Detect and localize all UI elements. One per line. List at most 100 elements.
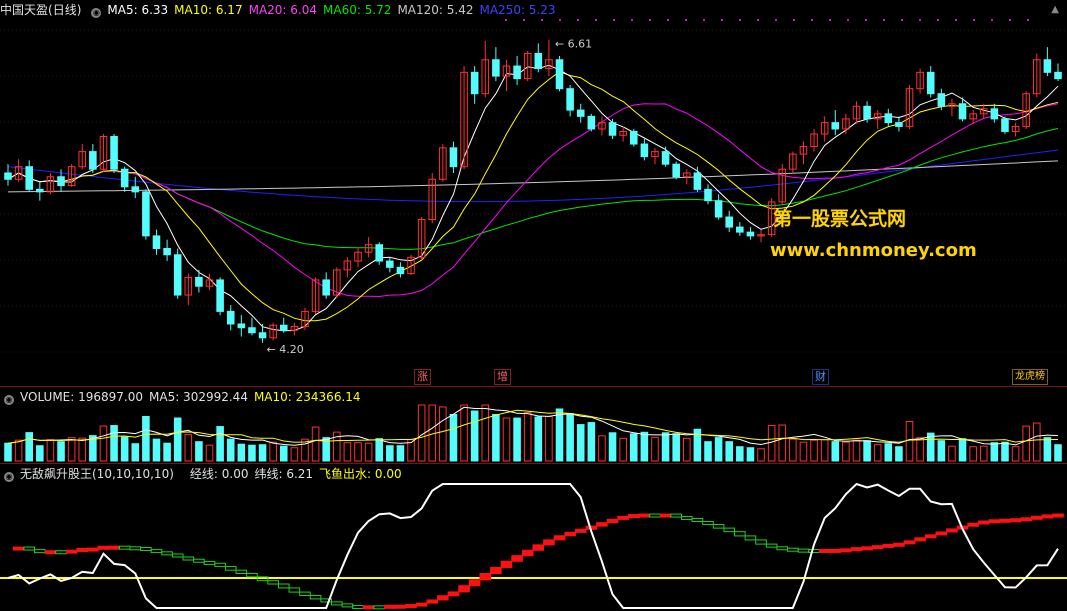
info-dot <box>865 19 867 21</box>
indicator-step <box>44 550 57 555</box>
ma250-line <box>7 149 1059 203</box>
indicator-step <box>818 549 831 554</box>
candle-body <box>375 244 384 262</box>
info-dot <box>973 19 975 21</box>
volume-bar <box>4 442 12 462</box>
stock-name: 中国天盈 <box>0 3 49 17</box>
volume-panel[interactable]: ◉ VOLUME: 196897.00 MA5: 302992.44 MA10: 23… <box>0 386 1067 463</box>
candlestick-chart[interactable]: ← 6.61 ← 4.20 <box>0 0 1067 385</box>
info-dot <box>955 19 957 21</box>
indicator-step <box>903 540 916 545</box>
indicator-step <box>999 518 1011 523</box>
indicator-step <box>649 513 661 518</box>
volume-bar <box>948 445 956 462</box>
volume-bar <box>67 437 76 462</box>
indicator-settings-icon[interactable]: ◉ <box>4 472 14 482</box>
indicator-step <box>65 549 78 554</box>
indicator-step <box>627 514 640 519</box>
candle-body <box>492 59 500 77</box>
indicator-chart[interactable] <box>0 464 1067 611</box>
indicator-step <box>521 549 534 557</box>
indicator-step <box>352 605 364 610</box>
volume-bar <box>640 431 649 462</box>
indicator-step <box>543 539 555 546</box>
volume-header: ◉ VOLUME: 196897.00 MA5: 302992.44 MA10: 23… <box>0 389 367 405</box>
volume-bar <box>248 444 256 462</box>
info-dot <box>829 19 831 21</box>
info-dot <box>613 19 615 21</box>
candle-body <box>746 231 755 237</box>
indicator-step <box>405 604 417 609</box>
indicator-step <box>299 591 311 596</box>
volume-bar <box>343 442 352 462</box>
volume-bar <box>173 417 182 462</box>
indicator-step <box>203 560 216 565</box>
price-panel[interactable]: ← 6.61 ← 4.20 中国天盈(日线) ◉ MA5: 6.33 MA10: 6.1… <box>0 0 1067 385</box>
event-marker-zhang[interactable]: 涨 <box>414 369 431 385</box>
info-dot <box>901 19 903 21</box>
info-dot <box>991 19 993 21</box>
volume-bar <box>216 426 224 462</box>
volume-bar <box>386 445 394 462</box>
indicator-step <box>97 545 110 550</box>
volume-bar <box>481 404 490 462</box>
volume-bar <box>767 425 776 462</box>
candle-body <box>576 109 585 117</box>
settings-circle-icon[interactable]: ◉ <box>91 8 102 18</box>
expand-triangle-icon[interactable]: ▲ <box>1051 4 1059 15</box>
volume-bar <box>608 432 617 462</box>
candle-body <box>714 200 723 218</box>
volume-bar <box>555 408 564 462</box>
volume-bar <box>46 439 55 462</box>
volume-bar <box>534 416 543 462</box>
volume-ma10: MA10: 234366.14 <box>253 390 361 404</box>
candle-body <box>736 226 744 233</box>
volume-settings-icon[interactable]: ◉ <box>4 395 14 405</box>
candle-body <box>1001 118 1009 132</box>
indicator-header: ◉ 无敌飙升股王(10,10,10,10) 经线: 0.00 纬线: 6.21 飞鱼出水… <box>0 466 408 482</box>
volume-bar <box>757 448 765 462</box>
event-marker-longhubang[interactable]: 龙虎榜 <box>1012 369 1048 385</box>
volume-bar <box>704 441 712 462</box>
indicator-step <box>1020 517 1032 522</box>
indicator-step <box>182 556 195 561</box>
indicator-step <box>193 558 205 563</box>
candle-body <box>566 88 574 111</box>
volume-bar <box>142 415 150 462</box>
volume-bar <box>884 443 893 462</box>
indicator-step <box>1030 515 1043 520</box>
candle-body <box>990 108 999 120</box>
volume-bar <box>1001 441 1009 462</box>
volume-bar <box>364 442 373 462</box>
info-dot <box>811 19 813 21</box>
indicator-panel[interactable]: ◉ 无敌飙升股王(10,10,10,10) 经线: 0.00 纬线: 6.21 飞鱼出水… <box>0 463 1067 611</box>
indicator-step <box>829 548 842 553</box>
volume-bar <box>799 441 808 462</box>
indicator-step <box>924 534 937 539</box>
indicator-step <box>734 531 746 537</box>
volume-bar <box>1043 437 1052 462</box>
volume-bar <box>195 441 203 462</box>
info-dot <box>721 19 723 21</box>
event-marker-cai[interactable]: 财 <box>812 369 829 385</box>
volume-bar <box>1022 425 1030 462</box>
volume-bar <box>683 437 691 462</box>
volume-bar <box>725 441 734 462</box>
candle-body <box>449 147 458 168</box>
volume-bar <box>979 445 988 462</box>
indicator-step <box>468 579 481 587</box>
volume-bar <box>205 444 214 462</box>
event-marker-zeng[interactable]: 增 <box>494 369 511 385</box>
volume-bar <box>449 414 458 462</box>
indicator-step <box>384 604 396 609</box>
candle-body <box>725 216 734 228</box>
volume-bar <box>279 445 288 462</box>
indicator-step <box>373 605 386 610</box>
volume-bar <box>746 447 755 462</box>
high-price-label: ← 6.61 <box>555 38 592 51</box>
candle-body <box>396 266 405 275</box>
info-dot <box>649 19 651 21</box>
indicator-step <box>638 513 651 518</box>
volume-value: VOLUME: 196897.00 <box>20 390 143 404</box>
indicator-step <box>935 531 948 536</box>
